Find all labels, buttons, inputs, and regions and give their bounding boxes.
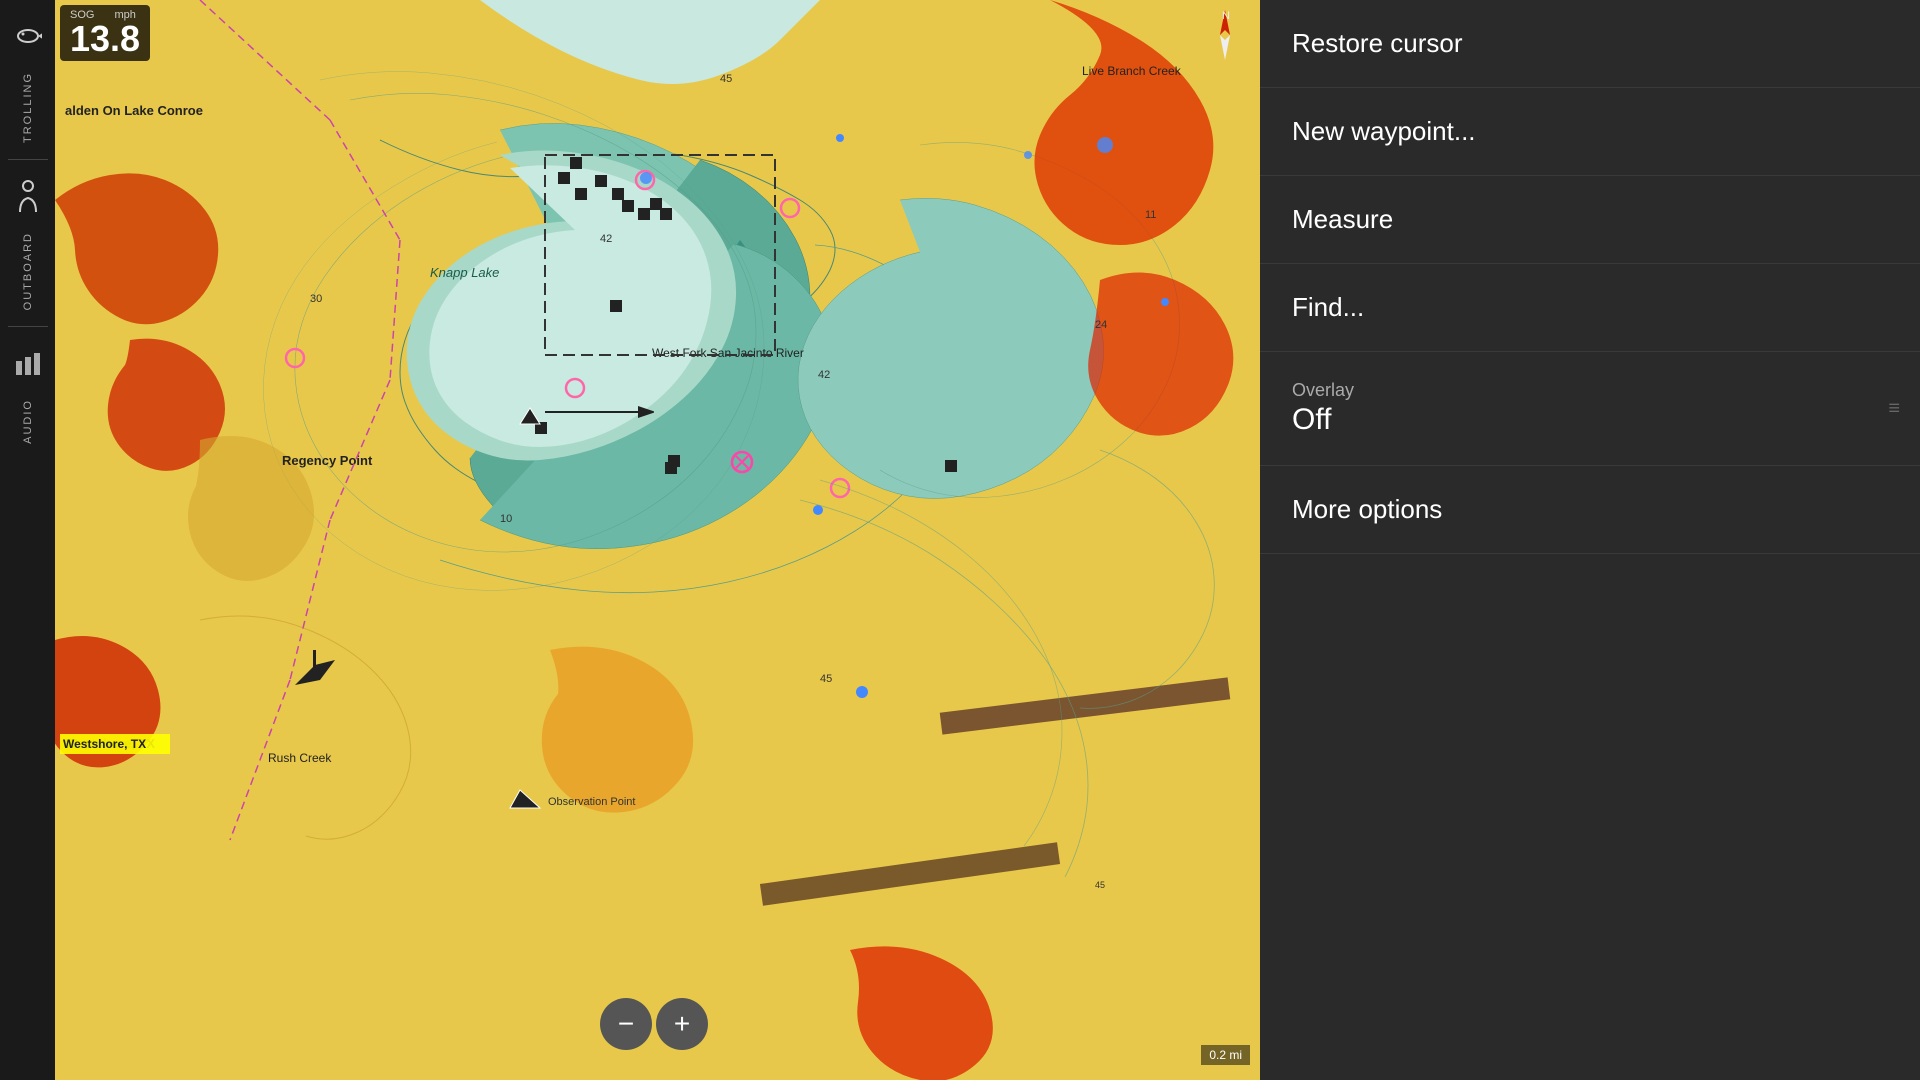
find-label: Find... xyxy=(1292,292,1364,322)
sidebar-icon-chart[interactable] xyxy=(4,339,52,387)
restore-cursor-item[interactable]: Restore cursor xyxy=(1260,0,1920,88)
find-item[interactable]: Find... xyxy=(1260,264,1920,352)
sidebar-icon-fish[interactable] xyxy=(4,12,52,60)
more-options-label: More options xyxy=(1292,494,1442,524)
svg-text:11: 11 xyxy=(1145,209,1156,221)
overlay-sublabel: Overlay xyxy=(1292,380,1888,401)
svg-text:alden On Lake Conroe: alden On Lake Conroe xyxy=(65,103,203,118)
more-options-item[interactable]: More options xyxy=(1260,466,1920,554)
zoom-out-button[interactable]: − xyxy=(600,998,652,1050)
left-sidebar: TROLLING OUTBOARD AUDIO xyxy=(0,0,55,1080)
svg-text:Regency Point: Regency Point xyxy=(282,453,373,468)
svg-text:30: 30 xyxy=(310,293,322,305)
audio-label: AUDIO xyxy=(22,399,34,444)
sog-display: SOG mph 13.8 xyxy=(60,5,150,61)
svg-text:Rush Creek: Rush Creek xyxy=(268,751,332,765)
restore-cursor-label: Restore cursor xyxy=(1292,28,1463,58)
svg-text:42: 42 xyxy=(600,233,612,245)
svg-text:Knapp Lake: Knapp Lake xyxy=(430,265,499,280)
overlay-arrow-icon: ≡ xyxy=(1888,397,1900,420)
svg-text:Live Branch Creek: Live Branch Creek xyxy=(1082,64,1182,78)
compass: N xyxy=(1200,5,1250,65)
sidebar-divider-1 xyxy=(8,159,48,160)
svg-text:45: 45 xyxy=(1095,880,1105,890)
svg-text:Westshore, TX: Westshore, TX xyxy=(63,737,146,751)
zoom-controls: − + xyxy=(600,998,708,1050)
sidebar-icon-person[interactable] xyxy=(4,172,52,220)
svg-text:N: N xyxy=(1222,10,1230,22)
svg-text:10: 10 xyxy=(500,513,512,525)
zoom-in-button[interactable]: + xyxy=(656,998,708,1050)
svg-text:West Fork San Jacinto River: West Fork San Jacinto River xyxy=(652,346,804,360)
scale-bar: 0.2 mi xyxy=(1201,1045,1250,1065)
scale-text: 0.2 mi xyxy=(1209,1048,1242,1062)
svg-text:45: 45 xyxy=(720,73,732,85)
measure-label: Measure xyxy=(1292,204,1393,234)
new-waypoint-item[interactable]: New waypoint... xyxy=(1260,88,1920,176)
measure-item[interactable]: Measure xyxy=(1260,176,1920,264)
new-waypoint-label: New waypoint... xyxy=(1292,116,1476,146)
sidebar-divider-2 xyxy=(8,326,48,327)
svg-text:42: 42 xyxy=(818,369,830,381)
svg-text:Observation Point: Observation Point xyxy=(548,796,635,808)
map-container[interactable]: 45 42 42 45 10 24 11 30 alden On Lake Co… xyxy=(0,0,1260,1080)
svg-text:24: 24 xyxy=(1095,319,1107,331)
overlay-value: Off xyxy=(1292,403,1888,437)
right-panel: Restore cursor New waypoint... Measure F… xyxy=(1260,0,1920,1080)
sog-value: 13.8 xyxy=(70,21,140,57)
map-svg: 45 42 42 45 10 24 11 30 alden On Lake Co… xyxy=(0,0,1260,1080)
svg-text:45: 45 xyxy=(820,673,832,685)
trolling-label: TROLLING xyxy=(22,72,34,143)
overlay-item[interactable]: Overlay Off ≡ xyxy=(1260,352,1920,466)
outboard-label: OUTBOARD xyxy=(22,232,34,310)
